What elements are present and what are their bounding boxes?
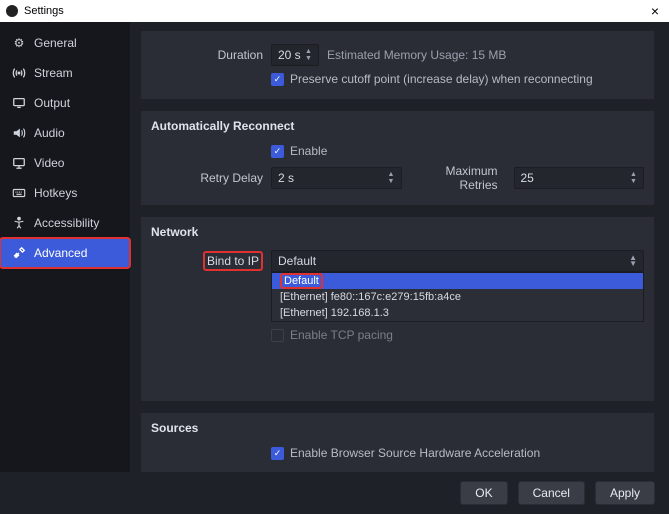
section-title: Sources: [141, 413, 654, 443]
sidebar-item-advanced[interactable]: Advanced: [0, 238, 130, 268]
gear-icon: ⚙: [12, 36, 26, 50]
dropdown-option[interactable]: Default: [272, 273, 643, 289]
max-retries-label: Maximum Retries: [410, 164, 506, 192]
checkbox-label: Enable Browser Source Hardware Accelerat…: [290, 446, 540, 460]
titlebar: Settings ×: [0, 0, 669, 22]
sidebar-item-stream[interactable]: Stream: [0, 58, 130, 88]
preserve-cutoff-checkbox[interactable]: Preserve cutoff point (increase delay) w…: [271, 72, 593, 86]
output-icon: [12, 96, 26, 110]
browser-hw-accel-checkbox[interactable]: Enable Browser Source Hardware Accelerat…: [271, 446, 540, 460]
sidebar-item-label: Stream: [34, 66, 73, 80]
sidebar-item-audio[interactable]: Audio: [0, 118, 130, 148]
retry-delay-spinner[interactable]: ▲▼: [271, 167, 402, 189]
spinner-arrows[interactable]: ▲▼: [388, 168, 400, 188]
speaker-icon: [12, 126, 26, 140]
sidebar-item-hotkeys[interactable]: Hotkeys: [0, 178, 130, 208]
sidebar-item-label: General: [34, 36, 77, 50]
section-sources: Sources Enable Browser Source Hardware A…: [140, 412, 655, 472]
sidebar-item-label: Hotkeys: [34, 186, 77, 200]
duration-spinner[interactable]: ▲▼: [271, 44, 319, 66]
sidebar-item-label: Output: [34, 96, 70, 110]
select-value: Default: [278, 254, 316, 268]
checkbox-label: Preserve cutoff point (increase delay) w…: [290, 72, 593, 86]
checkbox-label: Enable: [290, 144, 327, 158]
sidebar-item-label: Advanced: [34, 246, 87, 260]
keyboard-icon: [12, 186, 26, 200]
dropdown-option[interactable]: [Ethernet] fe80::167c:e279:15fb:a4ce: [272, 289, 643, 305]
monitor-icon: [12, 156, 26, 170]
section-stream-delay: Duration ▲▼ Estimated Memory Usage: 15 M…: [140, 30, 655, 100]
max-retries-input[interactable]: [514, 167, 645, 189]
bind-to-ip-label: Bind to IP: [151, 254, 271, 268]
accessibility-icon: [12, 216, 26, 230]
ok-button[interactable]: OK: [460, 481, 507, 505]
bind-to-ip-select[interactable]: Default ▲▼: [271, 250, 644, 272]
tools-icon: [12, 246, 26, 260]
content-area: Duration ▲▼ Estimated Memory Usage: 15 M…: [130, 22, 669, 472]
checkbox-label: Enable TCP pacing: [290, 328, 393, 342]
check-icon: [271, 145, 284, 158]
chevron-updown-icon: ▲▼: [629, 255, 637, 267]
duration-label: Duration: [151, 48, 271, 62]
sidebar-item-video[interactable]: Video: [0, 148, 130, 178]
section-network: Network Bind to IP Default ▲▼ Default: [140, 216, 655, 402]
sidebar-item-output[interactable]: Output: [0, 88, 130, 118]
section-title: Network: [141, 217, 654, 247]
retry-delay-label: Retry Delay: [151, 171, 271, 185]
dialog-footer: OK Cancel Apply: [0, 472, 669, 514]
section-reconnect: Automatically Reconnect Enable Retry Del…: [140, 110, 655, 206]
dropdown-option[interactable]: [Ethernet] 192.168.1.3: [272, 305, 643, 321]
sidebar-item-label: Accessibility: [34, 216, 99, 230]
spinner-arrows[interactable]: ▲▼: [630, 168, 642, 188]
section-title: Automatically Reconnect: [141, 111, 654, 141]
cancel-button[interactable]: Cancel: [518, 481, 585, 505]
window-title: Settings: [24, 5, 64, 17]
max-retries-spinner[interactable]: ▲▼: [514, 167, 645, 189]
check-icon: [271, 329, 284, 342]
enable-tcp-pacing-checkbox[interactable]: Enable TCP pacing: [271, 328, 393, 342]
spinner-arrows[interactable]: ▲▼: [305, 45, 317, 65]
check-icon: [271, 447, 284, 460]
sidebar-item-label: Audio: [34, 126, 65, 140]
sidebar-item-accessibility[interactable]: Accessibility: [0, 208, 130, 238]
bind-to-ip-dropdown[interactable]: Default [Ethernet] fe80::167c:e279:15fb:…: [271, 272, 644, 322]
reconnect-enable-checkbox[interactable]: Enable: [271, 144, 327, 158]
close-icon[interactable]: ×: [647, 3, 663, 19]
sidebar-item-label: Video: [34, 156, 64, 170]
retry-delay-input[interactable]: [271, 167, 402, 189]
apply-button[interactable]: Apply: [595, 481, 655, 505]
sidebar-item-general[interactable]: ⚙ General: [0, 28, 130, 58]
app-icon: [6, 5, 18, 17]
check-icon: [271, 73, 284, 86]
estimated-memory-text: Estimated Memory Usage: 15 MB: [327, 48, 506, 62]
sidebar: ⚙ General Stream Output Audio Video: [0, 22, 130, 472]
antenna-icon: [12, 66, 26, 80]
